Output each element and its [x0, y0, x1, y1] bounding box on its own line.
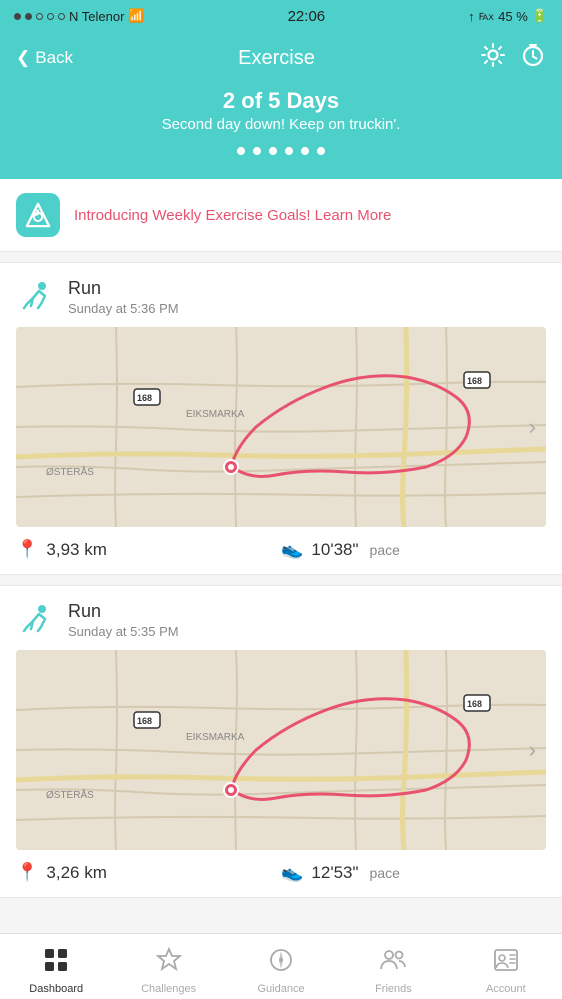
promo-main-text: Introducing Weekly Exercise Goals!: [74, 207, 311, 224]
status-time: 22:06: [288, 8, 326, 25]
run-type-icon-1: [16, 600, 56, 640]
run-pace-0: 👟 10'38" pace: [281, 539, 546, 560]
bluetooth-icon: ℻: [479, 8, 495, 24]
svg-text:168: 168: [467, 376, 482, 386]
run-card-1: Run Sunday at 5:35 PM EIKSMARKA ØSTERÅS: [0, 585, 562, 898]
promo-link[interactable]: Learn More: [315, 207, 392, 224]
status-bar: N Telenor 📶 22:06 ↑ ℻ 45 % 🔋: [0, 0, 562, 32]
run-map-0[interactable]: EIKSMARKA ØSTERÅS 168 168 ›: [16, 327, 546, 527]
run-info-0: Run Sunday at 5:36 PM: [68, 278, 179, 316]
nav-label-account: Account: [486, 983, 526, 995]
settings-icon[interactable]: [480, 42, 506, 74]
status-left: N Telenor 📶: [14, 8, 145, 24]
map-chevron-icon-1: ›: [529, 737, 536, 763]
run-stats-1: 📍 3,26 km 👟 12'53" pace: [0, 850, 562, 897]
nav-label-friends: Friends: [375, 983, 412, 995]
banner-section: 2 of 5 Days Second day down! Keep on tru…: [0, 88, 562, 179]
svg-text:ØSTERÅS: ØSTERÅS: [46, 465, 94, 478]
banner-dot-3: [285, 147, 293, 155]
account-icon: [493, 947, 519, 979]
nav-label-guidance: Guidance: [257, 983, 304, 995]
run-pace-1: 👟 12'53" pace: [281, 862, 546, 883]
svg-text:EIKSMARKA: EIKSMARKA: [186, 732, 245, 743]
location-icon: ↑: [468, 9, 475, 24]
distance-icon-0: 📍: [16, 539, 38, 560]
run-time-1: Sunday at 5:35 PM: [68, 624, 179, 639]
back-label: Back: [35, 48, 73, 68]
run-distance-0: 📍 3,93 km: [16, 539, 281, 560]
content-scroll: Introducing Weekly Exercise Goals! Learn…: [0, 179, 562, 988]
svg-text:168: 168: [137, 393, 152, 403]
back-chevron-icon: ❮: [16, 48, 30, 68]
svg-text:EIKSMARKA: EIKSMARKA: [186, 409, 245, 420]
pace-icon-0: 👟: [281, 539, 303, 560]
svg-text:ØSTERÅS: ØSTERÅS: [46, 788, 94, 801]
promo-bar: Introducing Weekly Exercise Goals! Learn…: [0, 179, 562, 252]
run-header-1: Run Sunday at 5:35 PM: [0, 586, 562, 650]
signal-dot-3: [36, 13, 43, 20]
pace-label-0: pace: [370, 542, 400, 558]
nav-item-friends[interactable]: Friends: [337, 934, 449, 999]
run-title-0: Run: [68, 278, 179, 299]
banner-dot-2: [269, 147, 277, 155]
svg-text:168: 168: [467, 699, 482, 709]
nav-item-account[interactable]: Account: [450, 934, 562, 999]
wifi-icon: 📶: [128, 8, 144, 24]
signal-dot-4: [47, 13, 54, 20]
banner-days: 2 of 5 Days: [20, 88, 542, 114]
carrier-label: N Telenor: [69, 9, 124, 24]
run-info-1: Run Sunday at 5:35 PM: [68, 601, 179, 639]
dashboard-icon: [43, 947, 69, 979]
run-type-icon-0: [16, 277, 56, 317]
header: ❮ Back Exercise: [0, 32, 562, 88]
map-chevron-icon-0: ›: [529, 414, 536, 440]
banner-dot-0: [237, 147, 245, 155]
run-title-1: Run: [68, 601, 179, 622]
run-header-0: Run Sunday at 5:36 PM: [0, 263, 562, 327]
nav-item-dashboard[interactable]: Dashboard: [0, 934, 112, 999]
run-stats-0: 📍 3,93 km 👟 10'38" pace: [0, 527, 562, 574]
nav-item-challenges[interactable]: Challenges: [112, 934, 224, 999]
promo-icon: [16, 193, 60, 237]
status-right: ↑ ℻ 45 % 🔋: [468, 8, 548, 24]
back-button[interactable]: ❮ Back: [16, 48, 73, 68]
banner-dots: [20, 147, 542, 159]
battery-icon: 🔋: [532, 8, 548, 24]
pace-icon-1: 👟: [281, 862, 303, 883]
distance-icon-1: 📍: [16, 862, 38, 883]
challenges-icon: [156, 947, 182, 979]
page-title: Exercise: [238, 47, 315, 70]
run-distance-1: 📍 3,26 km: [16, 862, 281, 883]
nav-label-dashboard: Dashboard: [29, 983, 83, 995]
distance-value-1: 3,26 km: [46, 863, 106, 883]
banner-dot-1: [253, 147, 261, 155]
banner-subtitle: Second day down! Keep on truckin'.: [20, 116, 542, 133]
signal-dot-1: [14, 13, 21, 20]
distance-value-0: 3,93 km: [46, 540, 106, 560]
banner-dot-5: [317, 147, 325, 155]
signal-dot-2: [25, 13, 32, 20]
pace-value-0: 10'38": [311, 540, 358, 560]
timer-icon[interactable]: [520, 42, 546, 74]
svg-text:168: 168: [137, 716, 152, 726]
header-icons: [480, 42, 546, 74]
signal-dot-5: [58, 13, 65, 20]
guidance-icon: [268, 947, 294, 979]
pace-label-1: pace: [370, 865, 400, 881]
pace-value-1: 12'53": [311, 863, 358, 883]
run-time-0: Sunday at 5:36 PM: [68, 301, 179, 316]
promo-text: Introducing Weekly Exercise Goals! Learn…: [74, 207, 391, 224]
run-map-1[interactable]: EIKSMARKA ØSTERÅS 168 168 ›: [16, 650, 546, 850]
bottom-nav: Dashboard Challenges Guidance: [0, 933, 562, 999]
friends-icon: [380, 947, 406, 979]
banner-dot-4: [301, 147, 309, 155]
run-card-0: Run Sunday at 5:36 PM EI: [0, 262, 562, 575]
nav-item-guidance[interactable]: Guidance: [225, 934, 337, 999]
nav-label-challenges: Challenges: [141, 983, 196, 995]
battery-label: 45 %: [498, 9, 528, 24]
